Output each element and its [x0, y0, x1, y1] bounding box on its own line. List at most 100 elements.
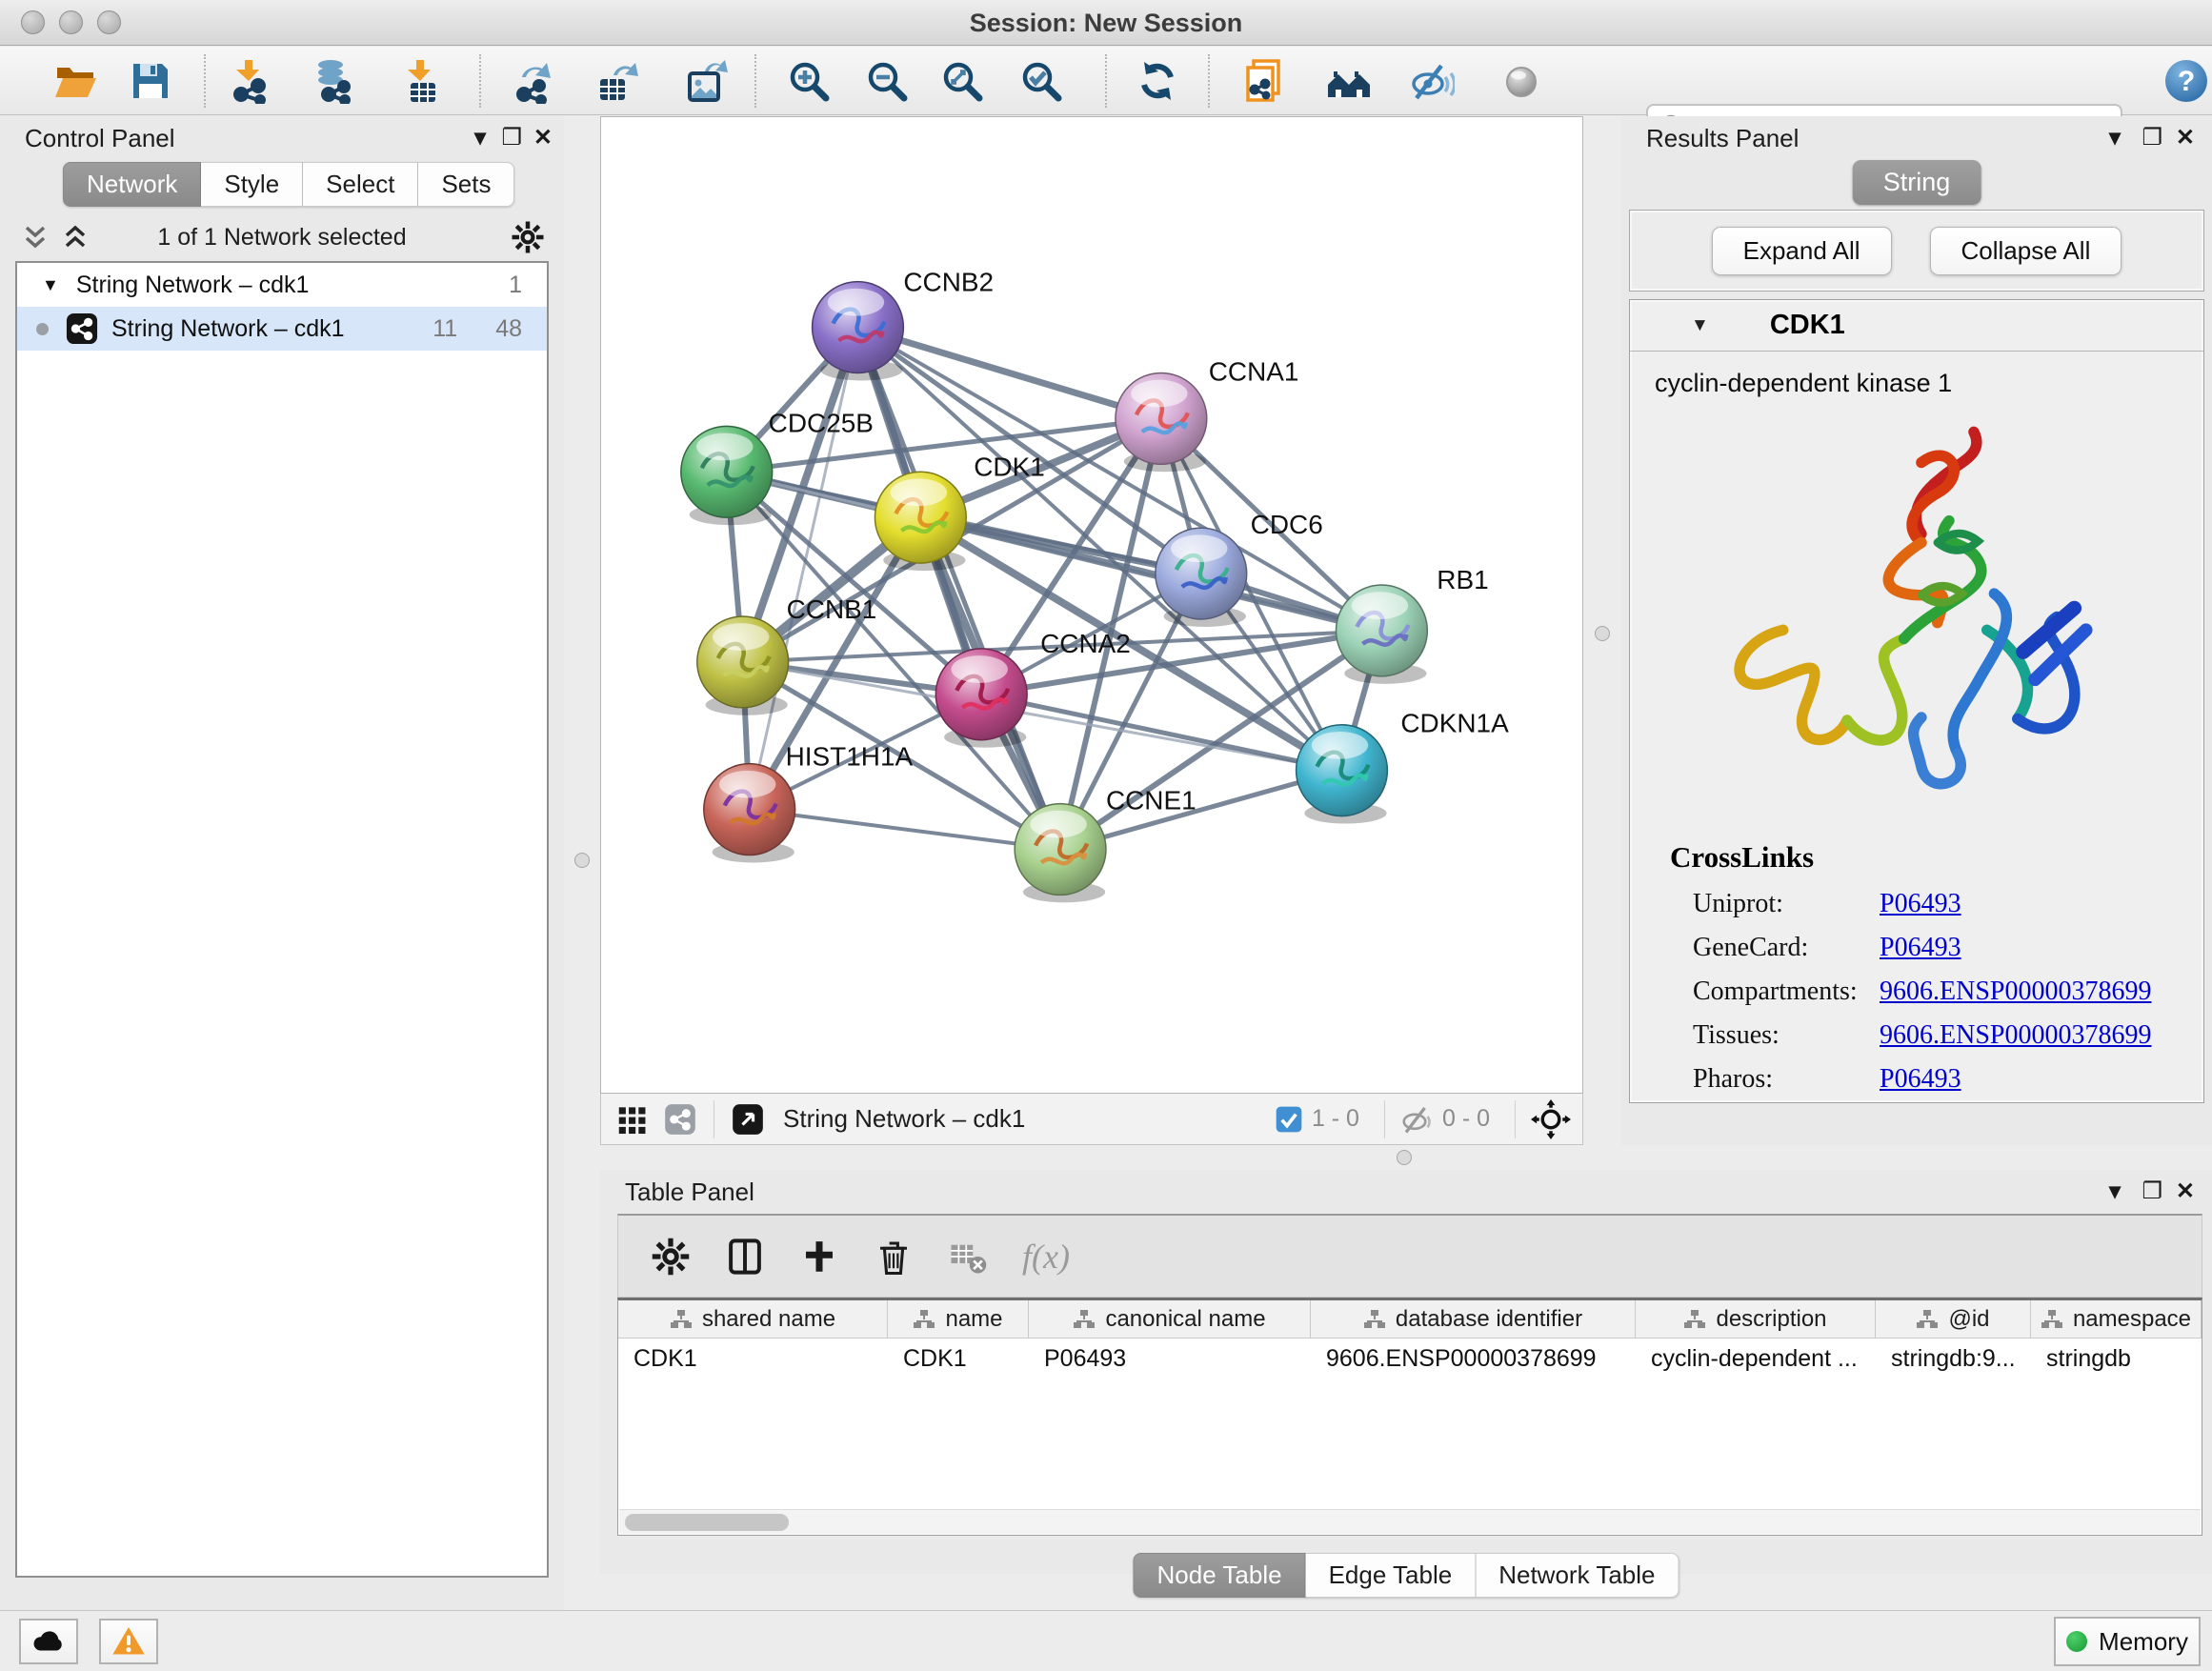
- column-header-namespace[interactable]: namespace: [2031, 1300, 2202, 1338]
- column-header-canonicalname[interactable]: canonical name: [1029, 1300, 1311, 1338]
- scrollbar-thumb[interactable]: [625, 1514, 789, 1531]
- grid-view-icon[interactable]: [614, 1101, 651, 1137]
- panel-close-icon[interactable]: ✕: [2176, 116, 2195, 160]
- home-button[interactable]: [1326, 58, 1372, 104]
- tree-expand-icon[interactable]: ▼: [42, 275, 59, 295]
- import-table-button[interactable]: [399, 58, 445, 104]
- show-all-button[interactable]: [1498, 58, 1544, 104]
- tab-network[interactable]: Network: [63, 162, 201, 207]
- right-splitter-handle[interactable]: [1595, 626, 1610, 641]
- node-RB1[interactable]: RB1: [1336, 565, 1488, 684]
- toolbar-separator: [204, 54, 206, 108]
- left-splitter-handle[interactable]: [574, 853, 590, 868]
- network-status-dot: [36, 323, 49, 335]
- window-close-button[interactable]: [21, 10, 45, 34]
- section-collapse-icon[interactable]: ▼: [1691, 315, 1709, 336]
- network-graph[interactable]: CCNB2CCNA1CDC25BCDK1CDC6RB1CCNB1CCNA2CDK…: [601, 117, 1582, 1093]
- table-hscrollbar[interactable]: [619, 1509, 2201, 1534]
- warnings-button[interactable]: [99, 1619, 158, 1664]
- table-body: CDK1CDK1P064939606.ENSP00000378699cyclin…: [618, 1339, 2202, 1379]
- results-panel-title: Results Panel: [1646, 116, 1799, 160]
- node-CDKN1A[interactable]: CDKN1A: [1297, 709, 1509, 824]
- tab-node-table[interactable]: Node Table: [1134, 1553, 1306, 1598]
- network-share-icon: [66, 312, 98, 345]
- panel-float-icon[interactable]: ❐: [2142, 1170, 2162, 1214]
- selected-checkbox-icon[interactable]: [1274, 1104, 1304, 1135]
- table-settings-gear-icon[interactable]: [651, 1237, 691, 1277]
- node-CCNA1[interactable]: CCNA1: [1116, 356, 1299, 472]
- homes-icon: [1326, 58, 1372, 104]
- show-columns-icon[interactable]: [725, 1237, 765, 1277]
- zoom-fit-button[interactable]: [939, 58, 985, 104]
- panel-menu-icon[interactable]: ▾: [2109, 116, 2121, 160]
- tab-style[interactable]: Style: [201, 162, 303, 207]
- column-header-description[interactable]: description: [1636, 1300, 1876, 1338]
- zoom-in-button[interactable]: [786, 58, 832, 104]
- hide-selected-button[interactable]: [1409, 58, 1455, 104]
- node-label-CCNA1: CCNA1: [1209, 356, 1299, 386]
- crosslink-link[interactable]: P06493: [1880, 1064, 1961, 1095]
- string-import-button[interactable]: [1242, 58, 1288, 104]
- import-network-button[interactable]: [228, 58, 273, 104]
- zoom-out-button[interactable]: [864, 58, 910, 104]
- network-canvas[interactable]: CCNB2CCNA1CDC25BCDK1CDC6RB1CCNB1CCNA2CDK…: [600, 116, 1583, 1094]
- toolbar-separator: [1208, 54, 1210, 108]
- zoom-selected-button[interactable]: [1018, 58, 1064, 104]
- help-button[interactable]: ?: [2163, 58, 2209, 104]
- node-CCNB2[interactable]: CCNB2: [813, 268, 995, 381]
- window-zoom-button[interactable]: [97, 10, 121, 34]
- network-collection-row[interactable]: ▼ String Network – cdk1 1: [17, 263, 547, 307]
- tab-network-table[interactable]: Network Table: [1476, 1553, 1679, 1598]
- column-header-databaseidentifier[interactable]: database identifier: [1311, 1300, 1636, 1338]
- export-network-button[interactable]: [511, 58, 556, 104]
- memory-button[interactable]: Memory: [2054, 1617, 2201, 1666]
- edge-HIST1H1A-CCNE1[interactable]: [750, 810, 1060, 850]
- function-builder-button[interactable]: f(x): [1022, 1237, 1070, 1277]
- crosslink-link[interactable]: P06493: [1880, 889, 1961, 919]
- cloud-status-button[interactable]: [19, 1619, 78, 1664]
- edge-CCNB2-HIST1H1A[interactable]: [750, 328, 858, 810]
- panel-close-icon[interactable]: ✕: [2176, 1170, 2195, 1214]
- hidden-eye-icon[interactable]: [1400, 1102, 1435, 1137]
- gear-icon[interactable]: [511, 220, 545, 254]
- collapse-all-button[interactable]: Collapse All: [1930, 227, 2122, 275]
- tab-sets[interactable]: Sets: [418, 162, 514, 207]
- edge-CCNB2-CCNA1[interactable]: [857, 328, 1160, 419]
- export-table-button[interactable]: [593, 58, 638, 104]
- node-HIST1H1A[interactable]: HIST1H1A: [704, 742, 914, 863]
- table-row[interactable]: CDK1CDK1P064939606.ENSP00000378699cyclin…: [618, 1339, 2202, 1379]
- crosslink-label: Pharos:: [1693, 1064, 1880, 1095]
- column-header-sharedname[interactable]: shared name: [618, 1300, 888, 1338]
- panel-close-icon[interactable]: ✕: [533, 116, 553, 160]
- gene-section-header[interactable]: ▼ CDK1: [1630, 300, 2203, 352]
- birdseye-view-icon[interactable]: [730, 1101, 766, 1137]
- network-view-share-icon[interactable]: [662, 1101, 698, 1137]
- panel-menu-icon[interactable]: ▾: [2109, 1170, 2121, 1214]
- table-cell: stringdb:9...: [1876, 1339, 2031, 1379]
- import-database-button[interactable]: [310, 58, 355, 104]
- window-minimize-button[interactable]: [59, 10, 83, 34]
- column-header-name[interactable]: name: [888, 1300, 1029, 1338]
- delete-column-icon[interactable]: [874, 1237, 914, 1277]
- save-session-button[interactable]: [128, 58, 173, 104]
- open-session-button[interactable]: [52, 58, 98, 104]
- bottom-splitter-handle[interactable]: [1397, 1150, 1412, 1165]
- create-column-icon[interactable]: [799, 1237, 839, 1277]
- panel-float-icon[interactable]: ❐: [2142, 116, 2162, 160]
- panel-float-icon[interactable]: ❐: [501, 116, 522, 160]
- tab-string[interactable]: String: [1853, 160, 1981, 205]
- crosslink-link[interactable]: P06493: [1880, 933, 1961, 963]
- crosshair-icon[interactable]: [1531, 1099, 1571, 1139]
- crosslink-link[interactable]: 9606.ENSP00000378699: [1880, 976, 2151, 1007]
- delete-table-icon[interactable]: [948, 1237, 988, 1277]
- expand-all-button[interactable]: Expand All: [1712, 227, 1892, 275]
- tab-select[interactable]: Select: [303, 162, 418, 207]
- column-header-id[interactable]: @id: [1876, 1300, 2031, 1338]
- tab-edge-table[interactable]: Edge Table: [1306, 1553, 1477, 1598]
- network-row-selected[interactable]: String Network – cdk1 11 48: [17, 307, 547, 351]
- export-image-button[interactable]: [682, 58, 728, 104]
- refresh-button[interactable]: [1135, 58, 1180, 104]
- edge-CCNA2-CDKN1A[interactable]: [981, 695, 1341, 771]
- panel-menu-icon[interactable]: ▾: [474, 116, 486, 160]
- crosslink-link[interactable]: 9606.ENSP00000378699: [1880, 1020, 2151, 1051]
